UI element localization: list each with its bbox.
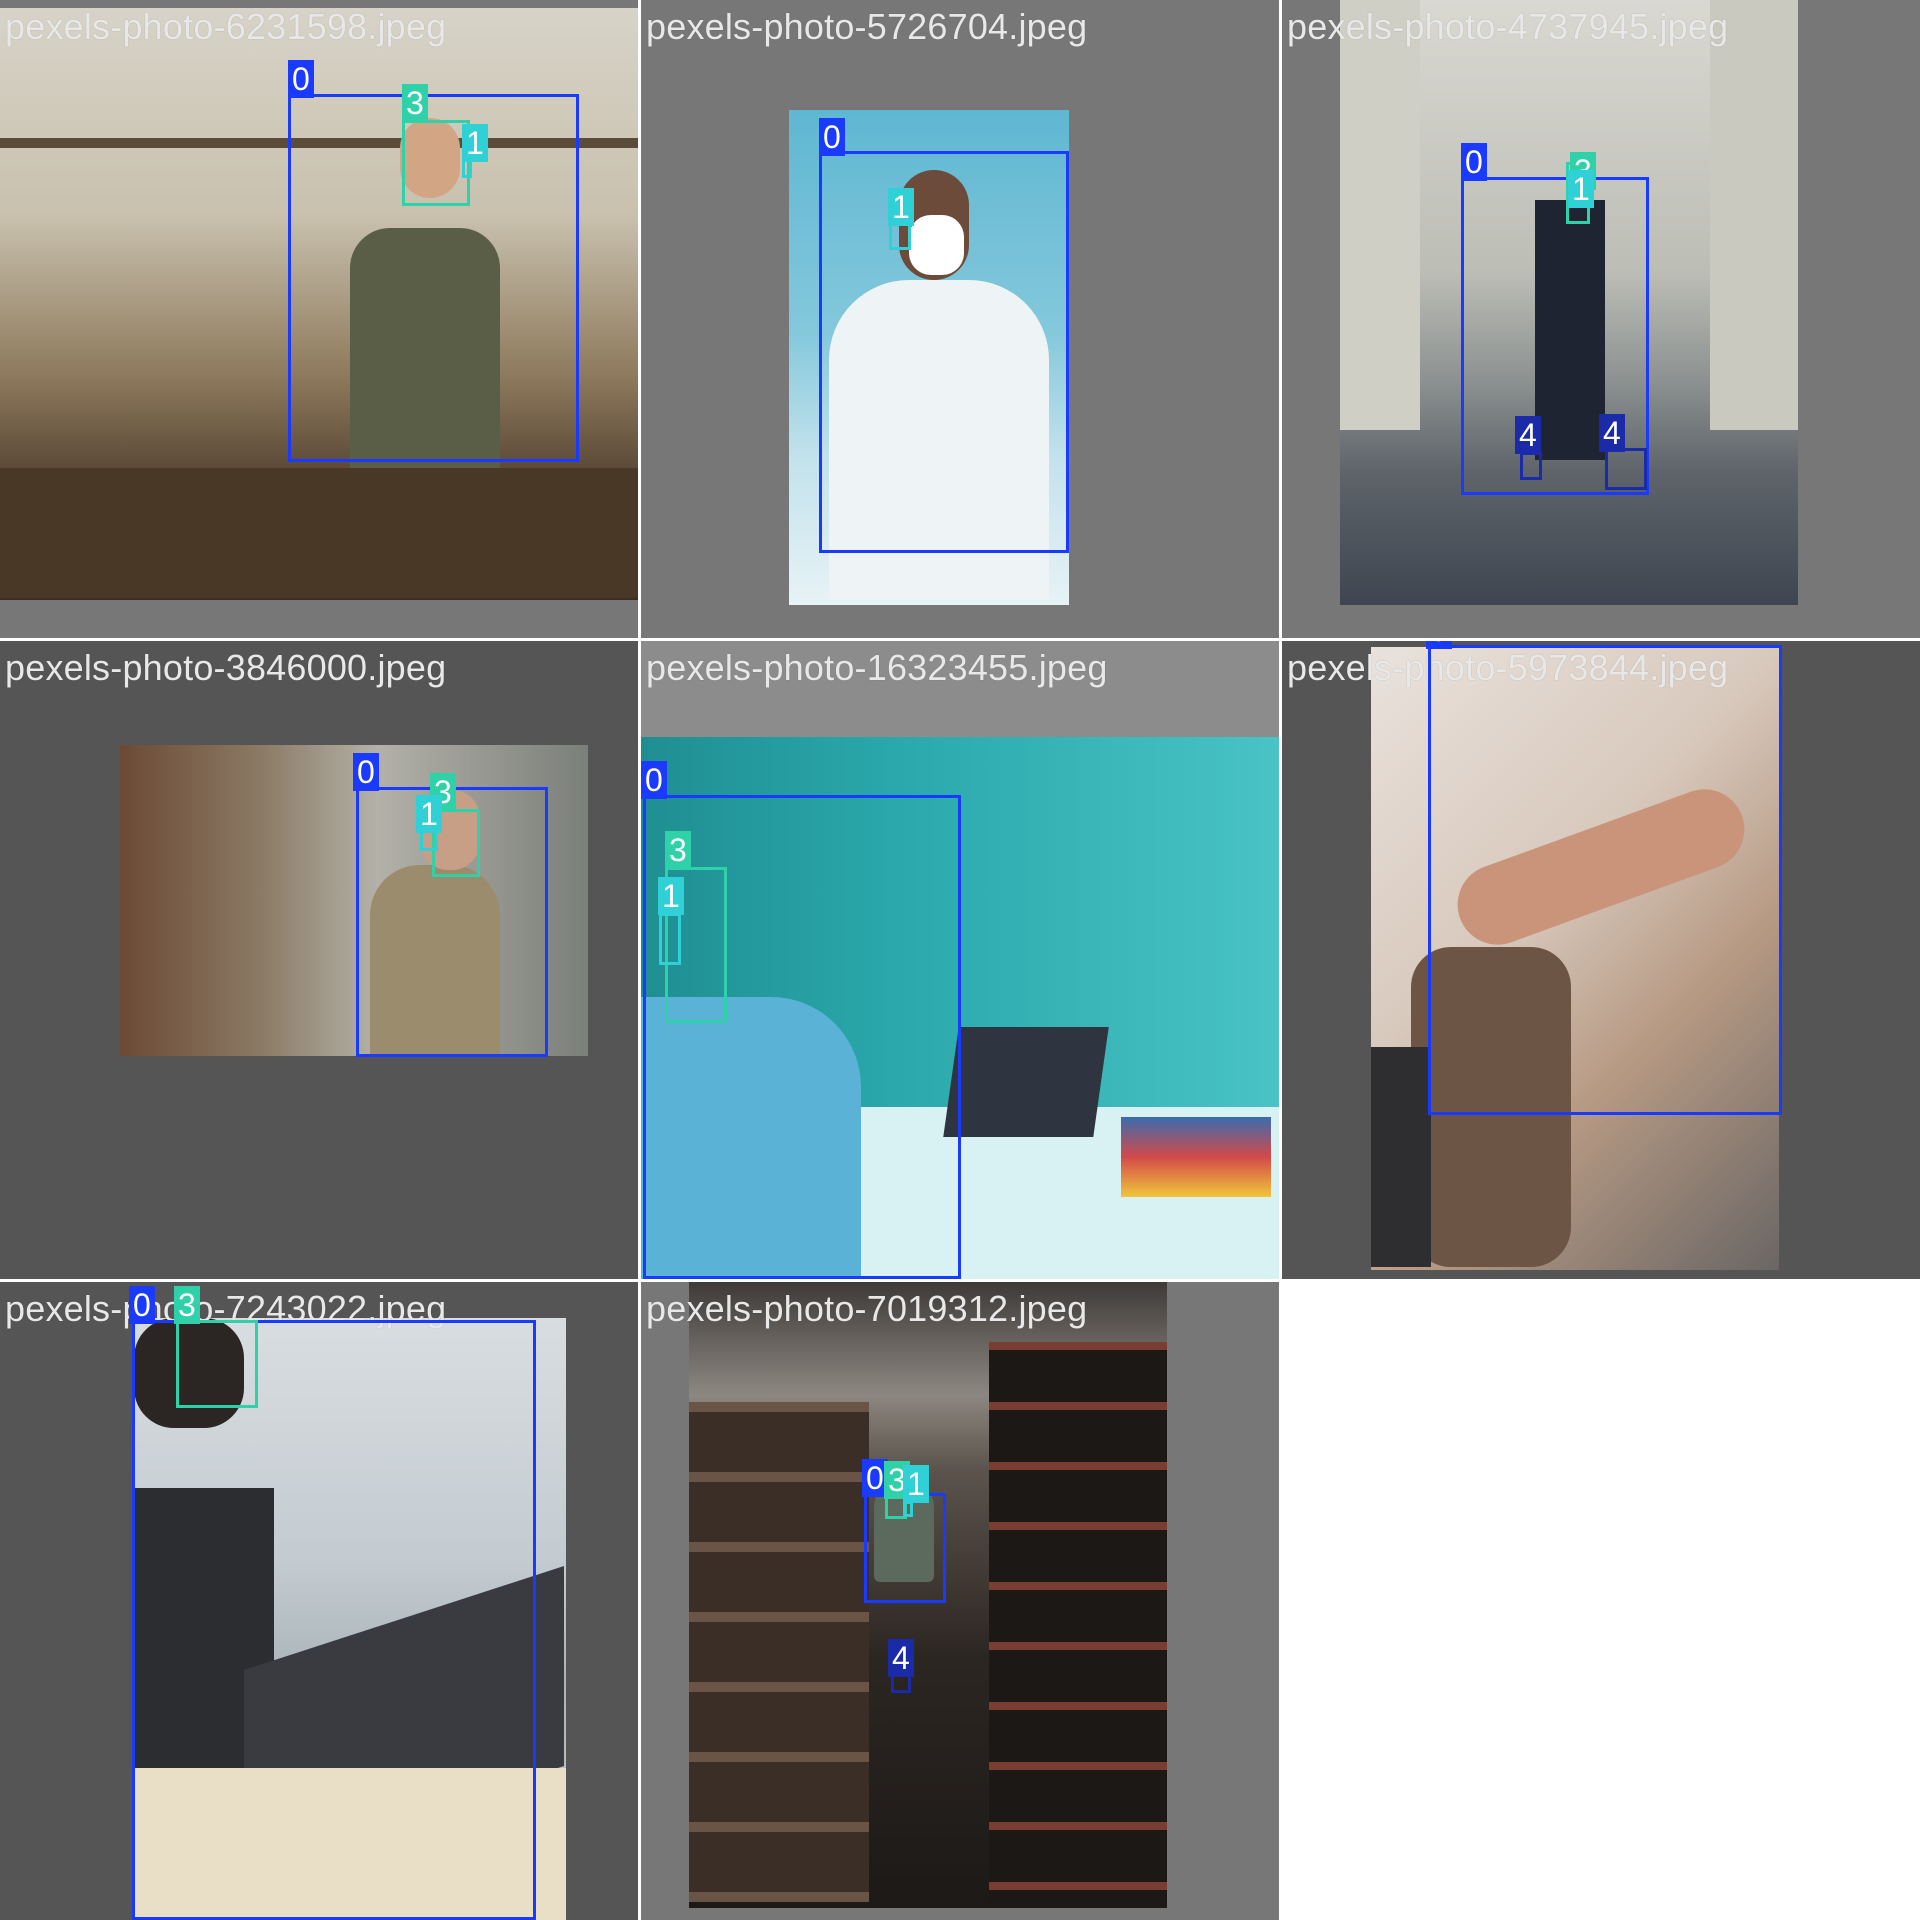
- class-label-tag: 3: [665, 831, 691, 869]
- bbox-person: [819, 151, 1069, 553]
- bbox-face: [659, 913, 681, 965]
- empty-tile: [1282, 1282, 1920, 1920]
- tile-image-5[interactable]: pexels-photo-16323455.jpeg 0 3 1: [641, 641, 1279, 1279]
- class-label-tag: 0: [1426, 641, 1452, 649]
- filename-label: pexels-photo-16323455.jpeg: [646, 647, 1108, 688]
- class-label-tag: 3: [402, 84, 428, 122]
- tile-image-3[interactable]: pexels-photo-4737945.jpeg 0 3 1 4 4: [1282, 0, 1920, 638]
- tile-image-2[interactable]: pexels-photo-5726704.jpeg 0 1: [641, 0, 1279, 638]
- filename-label: pexels-photo-4737945.jpeg: [1287, 6, 1729, 47]
- bbox-person: [1428, 645, 1782, 1115]
- tile-image-6[interactable]: pexels-photo-5973844.jpeg 0: [1282, 641, 1920, 1279]
- class-label-tag: 3: [174, 1286, 200, 1324]
- filename-label: pexels-photo-3846000.jpeg: [5, 647, 447, 688]
- bbox-foot: [1605, 448, 1647, 490]
- class-label-tag: 4: [1599, 414, 1625, 452]
- tile-image-1[interactable]: pexels-photo-6231598.jpeg 0 3 1: [0, 0, 638, 638]
- class-label-tag: 1: [416, 795, 442, 833]
- tile-image-7[interactable]: pexels-photo-7243022.jpeg 0 3: [0, 1282, 638, 1920]
- bbox-face: [903, 1501, 913, 1517]
- bbox-foot: [1520, 452, 1542, 480]
- class-label-tag: 0: [129, 1286, 155, 1324]
- class-label-tag: 0: [641, 761, 667, 799]
- filename-label: pexels-photo-5726704.jpeg: [646, 6, 1088, 47]
- bbox-head: [176, 1320, 258, 1408]
- tile-image-8[interactable]: pexels-photo-7019312.jpeg 0 3 1 4: [641, 1282, 1279, 1920]
- class-label-tag: 0: [819, 118, 845, 156]
- bbox-head: [402, 120, 470, 206]
- class-label-tag: 1: [1568, 170, 1594, 208]
- tile-image-4[interactable]: pexels-photo-3846000.jpeg 0 3 1: [0, 641, 638, 1279]
- filename-label: pexels-photo-7019312.jpeg: [646, 1288, 1088, 1329]
- class-label-tag: 0: [1461, 143, 1487, 181]
- filename-label: pexels-photo-6231598.jpeg: [5, 6, 447, 47]
- class-label-tag: 1: [903, 1465, 929, 1503]
- class-label-tag: 1: [658, 877, 684, 915]
- class-label-tag: 4: [1515, 416, 1541, 454]
- class-label-tag: 1: [888, 188, 914, 226]
- mosaic-grid: pexels-photo-6231598.jpeg 0 3 1 pexels-p…: [0, 0, 1920, 1920]
- class-label-tag: 0: [288, 60, 314, 98]
- class-label-tag: 4: [888, 1639, 914, 1677]
- class-label-tag: 0: [353, 753, 379, 791]
- class-label-tag: 1: [462, 124, 488, 162]
- bbox-person: [132, 1320, 536, 1920]
